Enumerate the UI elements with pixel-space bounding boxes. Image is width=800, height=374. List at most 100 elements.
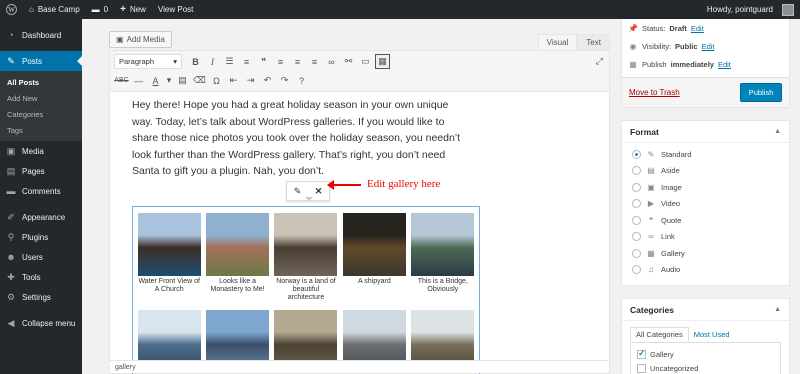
format-option-quote[interactable]: ❝ Quote xyxy=(622,212,789,229)
indent-icon[interactable]: ⇥ xyxy=(243,73,258,88)
format-option-image[interactable]: ▣ Image xyxy=(622,179,789,196)
help-icon[interactable]: ? xyxy=(294,73,309,88)
edit-pencil-icon[interactable]: ✎ xyxy=(287,182,308,200)
format-option-link[interactable]: ∞ Link xyxy=(622,229,789,246)
gallery-item[interactable]: This is a Bridge, Obviously xyxy=(411,213,475,303)
site-name-link[interactable]: ⌂ Base Camp xyxy=(23,0,86,19)
format-select[interactable]: Paragraph ▾ xyxy=(114,54,182,69)
category-checkbox[interactable] xyxy=(637,363,646,373)
blockquote-icon[interactable]: ❝ xyxy=(256,54,271,69)
collapse-triangle-icon[interactable]: ▲ xyxy=(774,128,781,135)
sidebar-item-collapse-menu[interactable]: ◀ Collapse menu xyxy=(0,313,82,333)
radio-button[interactable] xyxy=(632,182,641,192)
gallery-thumbnail[interactable] xyxy=(137,213,201,276)
format-box-header[interactable]: Format ▲ xyxy=(622,121,789,143)
gallery-thumbnail[interactable] xyxy=(274,213,338,276)
text-color-icon[interactable]: A xyxy=(148,73,163,88)
radio-button[interactable] xyxy=(632,248,641,258)
category-checkbox[interactable] xyxy=(637,348,646,359)
category-item[interactable]: Gallery xyxy=(637,347,774,361)
gallery-item[interactable]: A shipyard xyxy=(342,213,406,303)
gallery-thumbnail[interactable] xyxy=(411,213,475,276)
sidebar-item-posts[interactable]: ✎ Posts xyxy=(0,51,82,71)
align-right-icon[interactable]: ≡ xyxy=(307,54,322,69)
post-content[interactable]: Hey there! Hope you had a great holiday … xyxy=(132,97,472,180)
horizontal-line-icon[interactable]: — xyxy=(131,73,146,88)
submenu-all-posts[interactable]: All Posts xyxy=(0,74,82,90)
format-option-audio[interactable]: ♫ Audio xyxy=(622,262,789,279)
paste-text-icon[interactable]: ▤ xyxy=(175,73,190,88)
bulleted-list-icon[interactable]: ☰ xyxy=(222,54,237,69)
howdy-label: Howdy, pointguard xyxy=(706,5,773,14)
radio-button[interactable] xyxy=(632,215,641,225)
category-item[interactable]: Uncategorized xyxy=(637,361,774,374)
page-scrollbar[interactable] xyxy=(792,19,800,374)
gallery-thumbnail[interactable] xyxy=(206,213,270,276)
sidebar-item-settings[interactable]: ⚙ Settings xyxy=(0,287,82,307)
numbered-list-icon[interactable]: ≡ xyxy=(239,54,254,69)
read-more-icon[interactable]: ▭ xyxy=(358,54,373,69)
sidebar-item-appearance[interactable]: ✐ Appearance xyxy=(0,207,82,227)
format-option-gallery[interactable]: ▦ Gallery xyxy=(622,245,789,262)
gallery-item[interactable]: Looks like a Monastery to Me! xyxy=(205,213,270,303)
special-character-icon[interactable]: Ω xyxy=(209,73,224,88)
sidebar-item-plugins[interactable]: ⚲ Plugins xyxy=(0,227,82,247)
strikethrough-icon[interactable]: ABC xyxy=(114,73,129,88)
account-menu[interactable]: Howdy, pointguard xyxy=(701,0,800,19)
format-select-value: Paragraph xyxy=(119,57,155,66)
view-post-link[interactable]: View Post xyxy=(152,0,199,19)
categories-box-header[interactable]: Categories ▲ xyxy=(622,299,789,321)
format-option-video[interactable]: ▶ Video xyxy=(622,196,789,213)
sidebar-item-tools[interactable]: ✚ Tools xyxy=(0,267,82,287)
gallery-item[interactable]: Norway is a land of beautiful architectu… xyxy=(274,213,338,303)
tab-visual[interactable]: Visual xyxy=(537,34,578,50)
close-icon[interactable]: ✕ xyxy=(308,182,329,200)
radio-button[interactable] xyxy=(632,265,641,275)
format-option-standard[interactable]: ✎ Standard xyxy=(622,146,789,163)
move-to-trash-link[interactable]: Move to Trash xyxy=(629,88,680,97)
publish-button[interactable]: Publish xyxy=(740,83,782,102)
radio-button[interactable] xyxy=(632,199,641,209)
edit-date-link[interactable]: Edit xyxy=(718,60,731,69)
align-left-icon[interactable]: ≡ xyxy=(273,54,288,69)
gallery-block[interactable]: Water Front View of A Church Looks like a… xyxy=(132,206,480,374)
align-center-icon[interactable]: ≡ xyxy=(290,54,305,69)
bold-icon[interactable]: B xyxy=(188,54,203,69)
comments-link[interactable]: ▬ 0 xyxy=(86,0,114,19)
edit-visibility-link[interactable]: Edit xyxy=(702,42,715,51)
gallery-item[interactable]: Water Front View of A Church xyxy=(137,213,201,303)
tab-text[interactable]: Text xyxy=(577,34,610,50)
sidebar-item-media[interactable]: ▣ Media xyxy=(0,141,82,161)
radio-button[interactable] xyxy=(632,166,641,176)
sidebar-item-users[interactable]: ☻ Users xyxy=(0,247,82,267)
fullscreen-icon[interactable]: ⤢ xyxy=(596,56,603,67)
submenu-tags[interactable]: Tags xyxy=(0,122,82,138)
add-media-button[interactable]: ▣ Add Media xyxy=(109,31,172,48)
gallery-thumbnail[interactable] xyxy=(342,213,406,276)
italic-icon[interactable]: I xyxy=(205,54,220,69)
redo-icon[interactable]: ↷ xyxy=(277,73,292,88)
wordpress-logo[interactable]: W xyxy=(0,0,23,19)
collapse-triangle-icon[interactable]: ▲ xyxy=(774,306,781,313)
radio-button[interactable] xyxy=(632,232,641,242)
undo-icon[interactable]: ↶ xyxy=(260,73,275,88)
sidebar-item-pages[interactable]: ▤ Pages xyxy=(0,161,82,181)
toolbar-toggle-icon[interactable]: ▦ xyxy=(375,54,390,69)
outdent-icon[interactable]: ⇤ xyxy=(226,73,241,88)
tab-all-categories[interactable]: All Categories xyxy=(630,327,689,342)
submenu-add-new[interactable]: Add New xyxy=(0,90,82,106)
format-option-aside[interactable]: ▤ Aside xyxy=(622,163,789,180)
sidebar-item-dashboard[interactable]: ◔ Dashboard xyxy=(0,25,82,45)
link-icon[interactable]: ∞ xyxy=(324,54,339,69)
unlink-icon[interactable]: ⚯ xyxy=(341,54,356,69)
sidebar-item-comments[interactable]: ▬ Comments xyxy=(0,181,82,201)
chevron-down-icon[interactable]: ▾ xyxy=(165,73,173,88)
radio-button[interactable] xyxy=(632,149,641,159)
format-option-label: Video xyxy=(661,199,681,209)
edit-status-link[interactable]: Edit xyxy=(691,24,704,33)
submenu-categories[interactable]: Categories xyxy=(0,106,82,122)
tab-most-used[interactable]: Most Used xyxy=(689,327,735,342)
clear-formatting-icon[interactable]: ⌫ xyxy=(192,73,207,88)
publish-label: Publish xyxy=(642,59,667,69)
new-content-link[interactable]: + New xyxy=(114,0,152,19)
